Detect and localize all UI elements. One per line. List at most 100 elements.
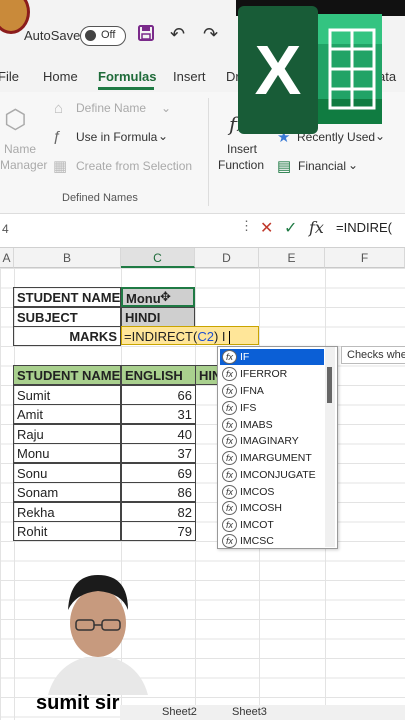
- column-header-d[interactable]: D: [195, 248, 259, 268]
- insert-function-label-2[interactable]: Function: [218, 158, 264, 172]
- enter-icon[interactable]: ✓: [284, 218, 297, 238]
- row-english[interactable]: 79: [121, 521, 196, 541]
- row-name[interactable]: Sumit: [13, 385, 121, 405]
- row-name[interactable]: Rekha: [13, 502, 121, 522]
- autocomplete-item[interactable]: fx IMCOSH: [220, 500, 324, 516]
- autocomplete-item[interactable]: fx IMCOT: [220, 517, 324, 533]
- function-icon: fx: [222, 434, 237, 448]
- function-icon: fx: [222, 518, 237, 532]
- column-header-b[interactable]: B: [14, 248, 121, 268]
- name-box[interactable]: 4: [0, 222, 236, 242]
- formula-input[interactable]: =INDIRE(: [336, 220, 392, 235]
- label-marks[interactable]: MARKS: [13, 326, 121, 346]
- autocomplete-item[interactable]: fx IMABS: [220, 417, 324, 433]
- value-subject[interactable]: HINDI: [121, 307, 195, 327]
- autocomplete-item-label: IMCOS: [240, 486, 275, 498]
- row-name[interactable]: Sonam: [13, 482, 121, 502]
- function-tooltip: Checks whe: [341, 346, 405, 364]
- edit-suffix: ) I: [213, 329, 226, 344]
- group-separator: [208, 98, 209, 206]
- tab-formulas[interactable]: Formulas: [98, 69, 157, 84]
- row-english[interactable]: 31: [121, 404, 196, 424]
- function-icon: fx: [222, 485, 237, 499]
- save-icon[interactable]: [137, 24, 155, 47]
- autocomplete-item[interactable]: fx IMCONJUGATE: [220, 467, 324, 483]
- financial-icon: ▤: [277, 158, 292, 175]
- financial-button[interactable]: Financial: [298, 159, 346, 173]
- function-icon: fx: [222, 501, 237, 515]
- column-header-e[interactable]: E: [259, 248, 325, 268]
- function-icon: fx: [222, 401, 237, 415]
- row-english[interactable]: 86: [121, 482, 196, 502]
- autocomplete-item-label: IMAGINARY: [240, 435, 299, 447]
- value-student-name[interactable]: Monu: [121, 287, 195, 307]
- name-manager-label-1[interactable]: Name: [4, 142, 36, 156]
- autosave-toggle[interactable]: Off: [80, 26, 126, 46]
- function-icon: fx: [222, 534, 237, 548]
- column-header-c[interactable]: C: [121, 248, 195, 268]
- row-english[interactable]: 69: [121, 463, 196, 483]
- redo-icon[interactable]: ↷: [203, 24, 218, 45]
- presenter-caption: sumit sir: [36, 692, 120, 714]
- autocomplete-item-label: IMCSC: [240, 535, 274, 547]
- autocomplete-item[interactable]: fx IFERROR: [220, 366, 324, 382]
- autocomplete-item-label: IFS: [240, 402, 257, 414]
- insert-function-label-1[interactable]: Insert: [227, 142, 257, 156]
- row-name[interactable]: Monu: [13, 443, 121, 463]
- function-icon: fx: [222, 384, 237, 398]
- create-from-selection-button[interactable]: Create from Selection: [76, 159, 192, 173]
- row-name[interactable]: Sonu: [13, 463, 121, 483]
- chevron-down-icon: ⌄: [158, 129, 169, 143]
- autocomplete-item[interactable]: fx IFS: [220, 400, 324, 416]
- fx-icon[interactable]: fx: [309, 218, 324, 237]
- label-subject[interactable]: SUBJECT: [13, 307, 121, 327]
- excel-logo-icon: X: [238, 6, 382, 134]
- row-name[interactable]: Amit: [13, 404, 121, 424]
- header-student-name[interactable]: STUDENT NAME: [13, 365, 121, 385]
- function-icon: fx: [222, 468, 237, 482]
- define-name-button[interactable]: Define Name: [76, 101, 146, 115]
- label-student-name[interactable]: STUDENT NAME: [13, 287, 121, 307]
- autocomplete-item[interactable]: fx IMCSC: [220, 533, 324, 549]
- name-manager-label-2[interactable]: Manager: [0, 158, 47, 172]
- tab-insert[interactable]: Insert: [173, 69, 206, 84]
- header-english[interactable]: ENGLISH: [121, 365, 196, 385]
- autocomplete-item-label: IMABS: [240, 419, 273, 431]
- column-header-a[interactable]: A: [0, 248, 14, 268]
- column-header-f[interactable]: F: [325, 248, 405, 268]
- row-english[interactable]: 37: [121, 443, 196, 463]
- toggle-knob: [85, 30, 96, 41]
- sheet-tab-bar: Sheet2 Sheet3: [120, 705, 405, 720]
- autocomplete-item[interactable]: fx IMARGUMENT: [220, 450, 324, 466]
- undo-icon[interactable]: ↶: [170, 24, 185, 45]
- autosave-label: AutoSave: [24, 28, 81, 43]
- autocomplete-item[interactable]: fx IMCOS: [220, 484, 324, 500]
- row-name[interactable]: Raju: [13, 424, 121, 444]
- name-manager-icon[interactable]: ⬡: [4, 104, 27, 135]
- function-icon: fx: [222, 418, 237, 432]
- cancel-icon[interactable]: ✕: [260, 218, 273, 238]
- function-icon: fx: [222, 367, 237, 381]
- autocomplete-item[interactable]: fx IMAGINARY: [220, 433, 324, 449]
- autocomplete-item[interactable]: fx IFNA: [220, 383, 324, 399]
- header-hindi[interactable]: HIN: [195, 365, 218, 385]
- editing-cell[interactable]: =INDIRECT(C2) I: [121, 326, 259, 345]
- autocomplete-scroll-thumb[interactable]: [327, 367, 332, 403]
- autocomplete-item-label: IMCONJUGATE: [240, 469, 316, 481]
- tab-home[interactable]: Home: [43, 69, 78, 84]
- autocomplete-item-label: IMARGUMENT: [240, 452, 312, 464]
- autocomplete-item-label: IF: [240, 351, 250, 363]
- tab-file[interactable]: File: [0, 69, 19, 84]
- row-name[interactable]: Rohit: [13, 521, 121, 541]
- row-english[interactable]: 82: [121, 502, 196, 522]
- autocomplete-item-label: IFNA: [240, 385, 264, 397]
- row-english[interactable]: 66: [121, 385, 196, 405]
- autocomplete-item[interactable]: fx IF: [220, 349, 324, 365]
- edit-reference: C2: [197, 329, 214, 344]
- sheet-tab[interactable]: Sheet3: [232, 706, 267, 718]
- sheet-tab[interactable]: Sheet2: [162, 706, 197, 718]
- use-in-formula-button[interactable]: Use in Formula: [76, 130, 157, 144]
- more-icon: ⋮: [240, 218, 253, 233]
- row-english[interactable]: 40: [121, 424, 196, 444]
- autocomplete-item-label: IFERROR: [240, 368, 288, 380]
